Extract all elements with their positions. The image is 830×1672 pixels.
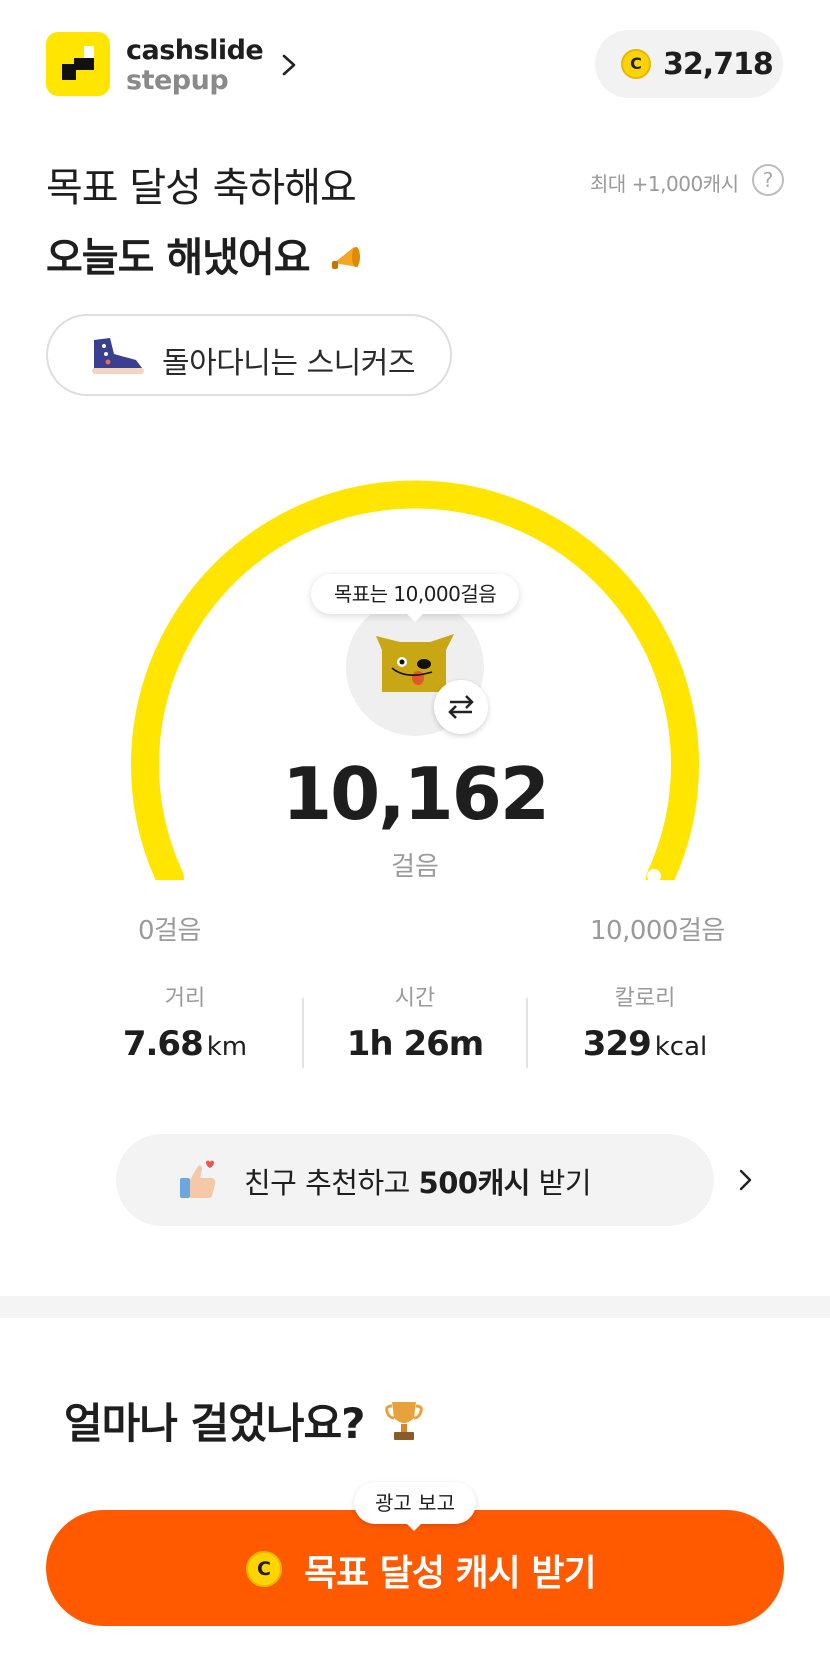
stat-unit: kcal: [654, 1032, 708, 1062]
stat-calories: 칼로리 329 kcal: [530, 980, 760, 1064]
stat-value-row: 7.68 km: [70, 1024, 300, 1064]
character-name: 돌아다니는 스니커즈: [162, 346, 415, 381]
header: cashslide stepup C 32,718: [0, 0, 830, 140]
stat-time: 시간 1h 26m: [300, 980, 530, 1064]
ad-tag-tail: [405, 1522, 423, 1531]
stat-unit: km: [206, 1032, 248, 1062]
coin-icon: C: [621, 49, 651, 79]
swap-button[interactable]: [434, 680, 488, 734]
stat-value-row: 329 kcal: [530, 1024, 760, 1064]
headline-done: 오늘도 해냈어요: [46, 225, 364, 283]
stat-label: 거리: [164, 986, 206, 1011]
stat-value: 7.68: [122, 1024, 204, 1064]
trophy-icon: [385, 1402, 423, 1440]
goal-bubble: 목표는 10,000걸음: [311, 574, 519, 614]
headline-done-text: 오늘도 해냈어요: [46, 235, 311, 281]
referral-suffix: 받기: [529, 1166, 592, 1200]
logo-icon[interactable]: [46, 32, 110, 96]
step-unit: 걸음: [391, 852, 439, 882]
referral-highlight: 500캐시: [418, 1166, 531, 1200]
claim-cash-label: 목표 달성 캐시 받기: [304, 1553, 597, 1594]
cash-balance: 32,718: [663, 47, 774, 82]
stat-divider: [526, 998, 528, 1068]
thumbs-up-icon: [180, 1160, 216, 1198]
stat-value-row: 1h 26m: [300, 1024, 530, 1064]
referral-prefix: 친구 추천하고: [244, 1166, 419, 1200]
referral-button[interactable]: 친구 추천하고 500캐시 받기: [116, 1134, 752, 1226]
headline-congrats: 목표 달성 축하해요: [46, 165, 357, 211]
ad-tag: 광고 보고: [354, 1482, 476, 1524]
goal-bubble-tail: [405, 612, 425, 622]
stat-value: 329: [582, 1024, 652, 1064]
coin-icon: C: [246, 1551, 282, 1587]
gauge-max-label: 10,000걸음: [590, 916, 725, 946]
activity-stats: 거리 7.68 km 시간 1h 26m 칼로리 329 kcal: [70, 980, 760, 1070]
swap-icon: [448, 695, 474, 719]
help-icon[interactable]: ?: [752, 164, 784, 196]
gauge-min-label: 0걸음: [138, 916, 201, 946]
walk-section-title-text: 얼마나 걸었나요?: [64, 1399, 365, 1448]
logo-subtitle: stepup: [126, 65, 229, 96]
step-count: 10,162: [282, 752, 550, 836]
chevron-right-icon[interactable]: [278, 50, 302, 80]
walk-section-title: 얼마나 걸었나요?: [64, 1390, 424, 1451]
chevron-right-icon: [739, 1169, 752, 1191]
referral-label: 친구 추천하고 500캐시 받기: [244, 1160, 592, 1202]
logo-link[interactable]: cashslide stepup: [126, 35, 264, 96]
character-select-button[interactable]: 돌아다니는 스니커즈: [46, 314, 452, 396]
stat-label: 시간: [394, 986, 436, 1011]
max-cash-label: 최대 +1,000캐시: [590, 172, 739, 196]
logo-title: cashslide: [126, 35, 264, 66]
stat-value: 1h 26m: [346, 1024, 484, 1064]
stat-label: 칼로리: [614, 986, 676, 1011]
section-divider: [0, 1296, 830, 1318]
sneaker-icon: [92, 338, 144, 374]
stat-distance: 거리 7.68 km: [70, 980, 300, 1064]
megaphone-icon: [332, 247, 361, 269]
cash-balance-pill[interactable]: C 32,718: [595, 30, 783, 98]
